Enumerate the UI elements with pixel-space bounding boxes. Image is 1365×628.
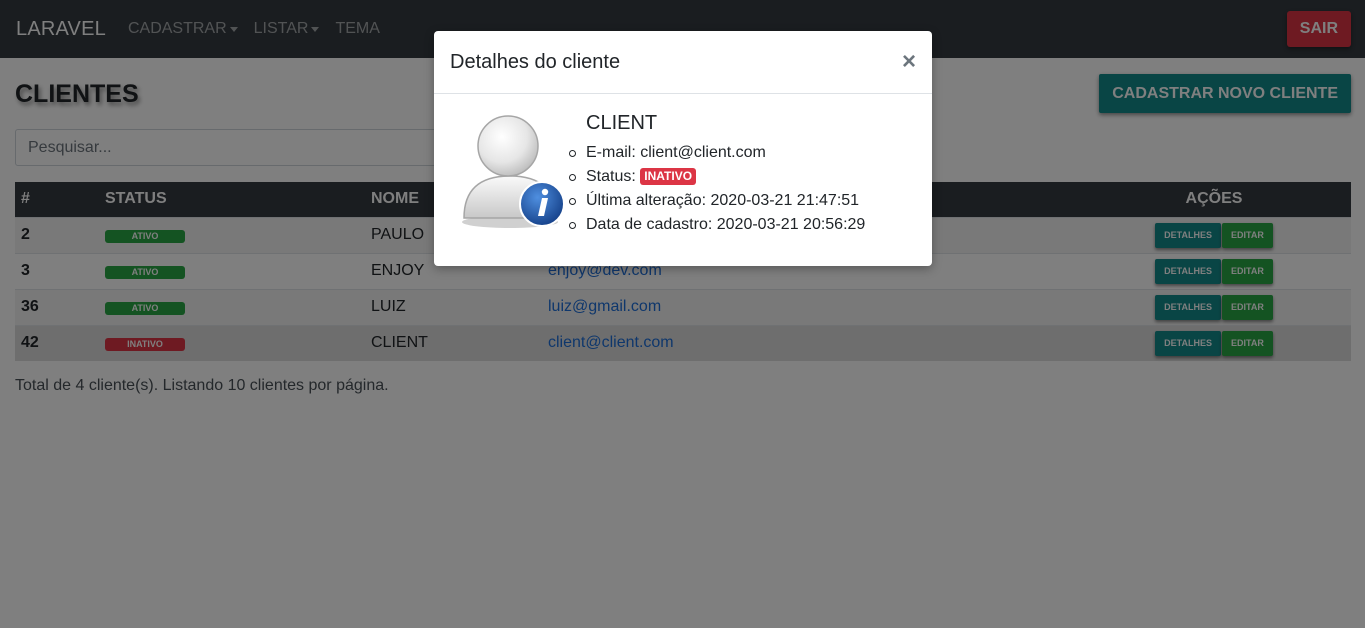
client-details-list: E-mail: client@client.com Status: INATIV… xyxy=(568,141,866,237)
detail-status: Status: INATIVO xyxy=(568,165,865,189)
created-value: 2020-03-21 20:56:29 xyxy=(716,216,866,233)
status-label: Status: xyxy=(586,168,636,185)
client-name: CLIENT xyxy=(586,112,658,134)
email-value: client@client.com xyxy=(640,144,766,161)
updated-value: 2020-03-21 21:47:51 xyxy=(710,192,860,209)
modal-body: CLIENT E-mail: client@client.com Status:… xyxy=(434,94,932,265)
detail-email: E-mail: client@client.com xyxy=(568,141,865,165)
email-label: E-mail: xyxy=(586,144,636,161)
detail-updated: Última alteração: 2020-03-21 21:47:51 xyxy=(568,189,865,213)
close-icon[interactable]: × xyxy=(902,50,916,74)
client-details-modal: Detalhes do cliente × CLIENT E-mail: cli… xyxy=(434,31,932,266)
created-label: Data de cadastro: xyxy=(586,216,713,233)
modal-header: Detalhes do cliente × xyxy=(434,31,932,94)
modal-title: Detalhes do cliente xyxy=(450,50,621,73)
status-badge: INATIVO xyxy=(640,168,697,185)
detail-created: Data de cadastro: 2020-03-21 20:56:29 xyxy=(568,213,866,237)
user-info-icon xyxy=(462,115,565,228)
updated-label: Última alteração: xyxy=(586,192,707,209)
